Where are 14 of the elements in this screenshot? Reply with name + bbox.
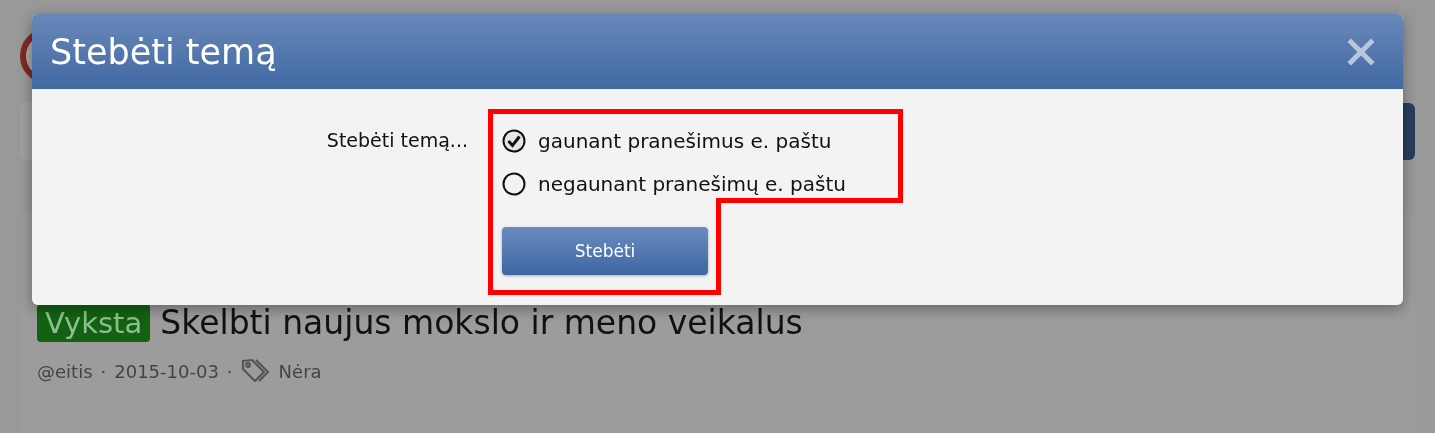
- status-badge: Vyksta: [37, 303, 151, 342]
- separator: ·: [226, 360, 233, 382]
- author-link[interactable]: @eitis: [37, 360, 93, 382]
- radio-option[interactable]: negaunant pranešimų e. paštu: [502, 162, 846, 205]
- topic-title[interactable]: Skelbti naujus mokslo ir meno veikalus: [160, 303, 803, 342]
- tag-icon: [240, 358, 271, 384]
- tags-text[interactable]: Nėra: [278, 360, 322, 382]
- date-text: 2015-10-03: [114, 360, 219, 382]
- dialog-title: Stebėti temą: [50, 31, 277, 72]
- submit-button[interactable]: Stebėti: [502, 227, 708, 275]
- close-icon[interactable]: [1347, 37, 1375, 66]
- separator: ·: [100, 360, 107, 382]
- radio-option[interactable]: gaunant pranešimus e. paštu: [502, 119, 832, 162]
- field-label: Stebėti temą...: [325, 128, 468, 153]
